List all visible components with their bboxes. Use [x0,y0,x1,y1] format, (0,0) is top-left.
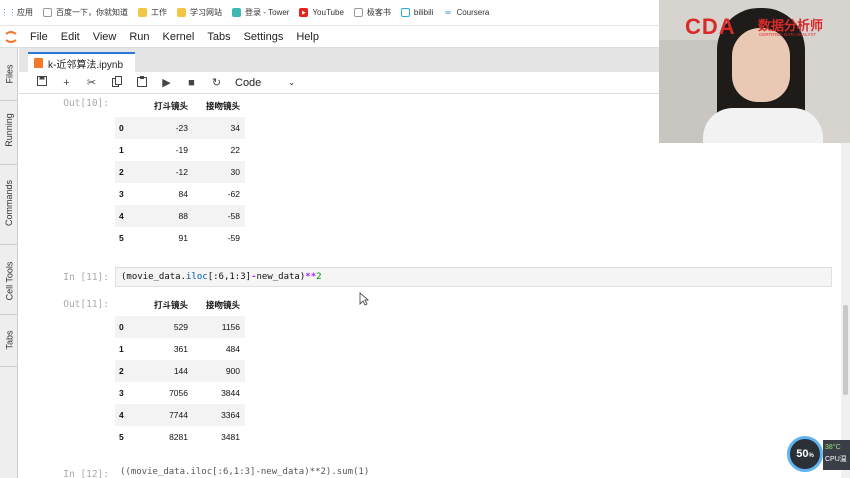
table-row: 3 84 -62 [119,189,240,199]
column-header: 接吻镜头 [205,300,240,310]
coursera-icon: ∞ [445,8,451,17]
table-row: 2 144 900 [115,360,245,382]
folder-icon [138,8,147,17]
bookmark-bilibili[interactable]: bilibili [400,8,433,17]
sidebar-divider [0,164,18,165]
menu-edit[interactable]: Edit [61,31,80,43]
code-cell-editor[interactable]: ((movie_data.iloc[:6,1:3]-new_data)**2).… [115,467,832,478]
index-header [115,294,137,316]
bookmark-baidu[interactable]: 百度一下，你就知道 [43,7,128,18]
sidebar-tab-files[interactable]: Files [0,52,18,96]
sidebar-tab-cell-tools[interactable]: Cell Tools [0,248,18,314]
webcam-overlay: CDA 数据分析师 CERTIFIED DATA ANALYST [659,0,850,143]
menu-help[interactable]: Help [296,31,319,43]
table-row: 5 8281 3481 [119,432,240,442]
add-cell-icon[interactable]: + [54,77,79,89]
index-header [115,95,137,117]
chevron-down-icon: ⌄ [288,78,295,87]
dataframe-output-11: 打斗镜头 接吻镜头 0 529 1156 1 361 484 2 144 900 3 7056… [115,294,245,448]
table-row: 4 88 -58 [115,205,245,227]
bookmark-coursera[interactable]: ∞ Coursera [443,8,489,17]
menu-settings[interactable]: Settings [244,31,284,43]
youtube-icon: ▶ [299,8,309,17]
column-header: 接吻镜头 [205,101,240,111]
sidebar-tab-commands[interactable]: Commands [0,168,18,238]
run-icon[interactable]: ▶ [154,76,179,89]
bookmark-youtube[interactable]: ▶ YouTube [299,8,344,17]
bilibili-icon [400,8,410,17]
performance-widget[interactable]: 50% [787,436,823,472]
table-row: 5 91 -59 [119,233,240,243]
notebook-icon [34,58,43,68]
folder-icon [177,8,186,17]
output-prompt: Out[11]: [63,299,109,310]
left-sidebar: Files Running Commands Cell Tools Tabs [0,48,18,478]
presenter-face [732,28,790,102]
sidebar-tab-tabs[interactable]: Tabs [0,320,18,360]
input-prompt: In [11]: [63,272,109,283]
table-row: 2 -12 30 [115,161,245,183]
menu-tabs[interactable]: Tabs [207,31,230,43]
apps-grid-icon: ⋮⋮ [0,8,17,17]
notebook-area: Out[10]: 打斗镜头 接吻镜头 0 -23 34 1 -19 22 2 -12 30 … [19,95,850,478]
output-prompt: Out[10]: [63,98,109,109]
table-row: 3 7056 3844 [119,388,240,398]
page-icon [43,8,52,17]
sidebar-tab-running[interactable]: Running [0,104,18,156]
scrollbar-thumb[interactable] [843,305,848,395]
table-row: 1 -19 22 [119,145,240,155]
sidebar-divider [0,244,18,245]
cpu-temperature-box: 38°C CPU温 [823,440,850,470]
bookmark-tower[interactable]: 登录 - Tower [232,7,289,18]
bookmark-geekbook[interactable]: 极客书 [353,7,391,18]
code-cell-editor[interactable]: (movie_data. iloc [:6,1:3] - new_data) ** 2 [115,267,832,287]
table-row: 0 -23 34 [115,117,245,139]
stop-icon[interactable]: ■ [179,77,204,89]
screen: ⋮⋮ 应用 百度一下，你就知道 工作 学习网站 登录 - Tower ▶ You… [0,0,850,478]
page-icon [353,8,363,17]
sidebar-divider [0,100,18,101]
mouse-cursor-icon [359,292,370,311]
sidebar-divider [0,314,18,315]
menu-kernel[interactable]: Kernel [163,31,195,43]
bookmark-apps[interactable]: ⋮⋮ 应用 [0,7,34,18]
menu-file[interactable]: File [30,31,48,43]
menu-run[interactable]: Run [129,31,149,43]
copy-icon[interactable] [104,75,129,90]
bookmark-work[interactable]: 工作 [138,7,167,18]
input-prompt: In [12]: [63,469,109,478]
menu-view[interactable]: View [93,31,117,43]
tower-icon [232,8,241,17]
notebook-tab[interactable]: k-近邻算法.ipynb [28,52,136,72]
paste-icon[interactable] [129,75,154,90]
restart-icon[interactable]: ↻ [204,76,229,89]
table-row: 0 529 1156 [115,316,245,338]
column-header: 打斗镜头 [153,300,188,310]
cda-logo: CDA [685,14,736,39]
cut-icon[interactable]: ✂ [79,76,104,89]
dataframe-output-10: 打斗镜头 接吻镜头 0 -23 34 1 -19 22 2 -12 30 3 84 -62 48… [115,95,245,249]
vertical-scrollbar[interactable] [841,95,850,478]
table-row: 4 7744 3364 [115,404,245,426]
bookmark-study[interactable]: 学习网站 [177,7,222,18]
table-row: 1 361 484 [119,344,240,354]
cell-type-select[interactable]: Code ⌄ [235,77,295,89]
save-icon[interactable] [29,76,54,89]
brand-subtitle: CERTIFIED DATA ANALYST [759,32,817,37]
presenter-body [703,108,823,143]
sidebar-divider [0,366,18,367]
column-header: 打斗镜头 [153,101,188,111]
jupyter-logo-icon [2,28,20,46]
